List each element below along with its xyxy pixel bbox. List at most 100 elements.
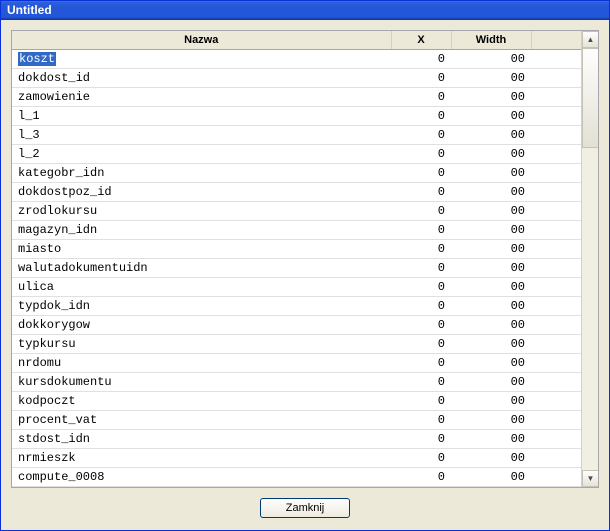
cell-width[interactable]: 00 xyxy=(451,373,531,392)
cell-x[interactable]: 0 xyxy=(391,354,451,373)
cell-x[interactable]: 0 xyxy=(391,449,451,468)
cell-x[interactable]: 0 xyxy=(391,297,451,316)
cell-x[interactable]: 0 xyxy=(391,107,451,126)
cell-width[interactable]: 00 xyxy=(451,392,531,411)
cell-name[interactable]: magazyn_idn xyxy=(12,221,391,240)
close-button[interactable]: Zamknij xyxy=(260,498,350,518)
col-header-name[interactable]: Nazwa xyxy=(12,31,391,50)
cell-x[interactable]: 0 xyxy=(391,316,451,335)
cell-width[interactable]: 00 xyxy=(451,145,531,164)
table-row[interactable]: miasto000 xyxy=(12,240,581,259)
cell-name[interactable]: kategobr_idn xyxy=(12,164,391,183)
table-row[interactable]: walutadokumentuidn000 xyxy=(12,259,581,278)
cell-x[interactable]: 0 xyxy=(391,259,451,278)
cell-x[interactable]: 0 xyxy=(391,202,451,221)
cell-x[interactable]: 0 xyxy=(391,240,451,259)
cell-width[interactable]: 00 xyxy=(451,69,531,88)
cell-x[interactable]: 0 xyxy=(391,126,451,145)
table-row[interactable]: zamowienie000 xyxy=(12,88,581,107)
table-row[interactable]: typdok_idn000 xyxy=(12,297,581,316)
table-row[interactable]: koszt000 xyxy=(12,50,581,69)
cell-width[interactable]: 00 xyxy=(451,297,531,316)
cell-name[interactable]: koszt xyxy=(12,50,391,69)
cell-name[interactable]: l_3 xyxy=(12,126,391,145)
table-row[interactable]: procent_vat000 xyxy=(12,411,581,430)
cell-x[interactable]: 0 xyxy=(391,88,451,107)
cell-x[interactable]: 0 xyxy=(391,335,451,354)
cell-name[interactable]: dokdost_id xyxy=(12,69,391,88)
table-row[interactable]: ulica000 xyxy=(12,278,581,297)
table-row[interactable]: l_2000 xyxy=(12,145,581,164)
cell-x[interactable]: 0 xyxy=(391,164,451,183)
cell-name[interactable]: miasto xyxy=(12,240,391,259)
table-row[interactable]: dokkorygow000 xyxy=(12,316,581,335)
cell-x[interactable]: 0 xyxy=(391,183,451,202)
cell-name[interactable]: kursdokumentu xyxy=(12,373,391,392)
cell-x[interactable]: 0 xyxy=(391,50,451,69)
cell-name[interactable]: nrdomu xyxy=(12,354,391,373)
scroll-thumb[interactable] xyxy=(582,48,599,148)
table-row[interactable]: magazyn_idn000 xyxy=(12,221,581,240)
cell-x[interactable]: 0 xyxy=(391,278,451,297)
cell-width[interactable]: 00 xyxy=(451,164,531,183)
table-row[interactable]: kodpoczt000 xyxy=(12,392,581,411)
cell-width[interactable]: 00 xyxy=(451,316,531,335)
cell-name[interactable]: typkursu xyxy=(12,335,391,354)
cell-x[interactable]: 0 xyxy=(391,145,451,164)
cell-width[interactable]: 00 xyxy=(451,449,531,468)
cell-x[interactable]: 0 xyxy=(391,430,451,449)
table-row[interactable]: kursdokumentu000 xyxy=(12,373,581,392)
cell-width[interactable]: 00 xyxy=(451,411,531,430)
table-row[interactable]: dokdostpoz_id000 xyxy=(12,183,581,202)
table-row[interactable]: zrodlokursu000 xyxy=(12,202,581,221)
cell-width[interactable]: 00 xyxy=(451,50,531,69)
cell-name[interactable]: zamowienie xyxy=(12,88,391,107)
cell-name[interactable]: dokkorygow xyxy=(12,316,391,335)
cell-width[interactable]: 00 xyxy=(451,107,531,126)
cell-x[interactable]: 0 xyxy=(391,69,451,88)
table-row[interactable]: nrmieszk000 xyxy=(12,449,581,468)
cell-name[interactable]: compute_0008 xyxy=(12,468,391,487)
titlebar[interactable]: Untitled xyxy=(1,1,609,20)
cell-width[interactable]: 00 xyxy=(451,259,531,278)
table-row[interactable]: kategobr_idn000 xyxy=(12,164,581,183)
cell-width[interactable]: 00 xyxy=(451,221,531,240)
cell-name[interactable]: ulica xyxy=(12,278,391,297)
table-row[interactable]: typkursu000 xyxy=(12,335,581,354)
scroll-down-button[interactable]: ▼ xyxy=(582,470,599,487)
cell-x[interactable]: 0 xyxy=(391,411,451,430)
cell-width[interactable]: 00 xyxy=(451,126,531,145)
cell-x[interactable]: 0 xyxy=(391,468,451,487)
cell-name[interactable]: zrodlokursu xyxy=(12,202,391,221)
col-header-x[interactable]: X xyxy=(391,31,451,50)
cell-width[interactable]: 00 xyxy=(451,468,531,487)
scroll-up-button[interactable]: ▲ xyxy=(582,31,599,48)
cell-width[interactable]: 00 xyxy=(451,354,531,373)
table-row[interactable]: l_1000 xyxy=(12,107,581,126)
cell-width[interactable]: 00 xyxy=(451,335,531,354)
cell-name[interactable]: stdost_idn xyxy=(12,430,391,449)
cell-name[interactable]: walutadokumentuidn xyxy=(12,259,391,278)
cell-name[interactable]: l_1 xyxy=(12,107,391,126)
cell-width[interactable]: 00 xyxy=(451,240,531,259)
cell-name[interactable]: procent_vat xyxy=(12,411,391,430)
cell-x[interactable]: 0 xyxy=(391,392,451,411)
cell-x[interactable]: 0 xyxy=(391,221,451,240)
table-row[interactable]: nrdomu000 xyxy=(12,354,581,373)
cell-name[interactable]: dokdostpoz_id xyxy=(12,183,391,202)
cell-name[interactable]: typdok_idn xyxy=(12,297,391,316)
cell-name[interactable]: kodpoczt xyxy=(12,392,391,411)
col-header-width[interactable]: Width xyxy=(451,31,531,50)
cell-width[interactable]: 00 xyxy=(451,430,531,449)
cell-width[interactable]: 00 xyxy=(451,202,531,221)
table-row[interactable]: dokdost_id000 xyxy=(12,69,581,88)
cell-x[interactable]: 0 xyxy=(391,373,451,392)
table-row[interactable]: compute_0008000 xyxy=(12,468,581,487)
table-row[interactable]: l_3000 xyxy=(12,126,581,145)
cell-name[interactable]: nrmieszk xyxy=(12,449,391,468)
vertical-scrollbar[interactable]: ▲ ▼ xyxy=(581,31,598,487)
cell-name[interactable]: l_2 xyxy=(12,145,391,164)
cell-width[interactable]: 00 xyxy=(451,183,531,202)
cell-width[interactable]: 00 xyxy=(451,278,531,297)
cell-width[interactable]: 00 xyxy=(451,88,531,107)
